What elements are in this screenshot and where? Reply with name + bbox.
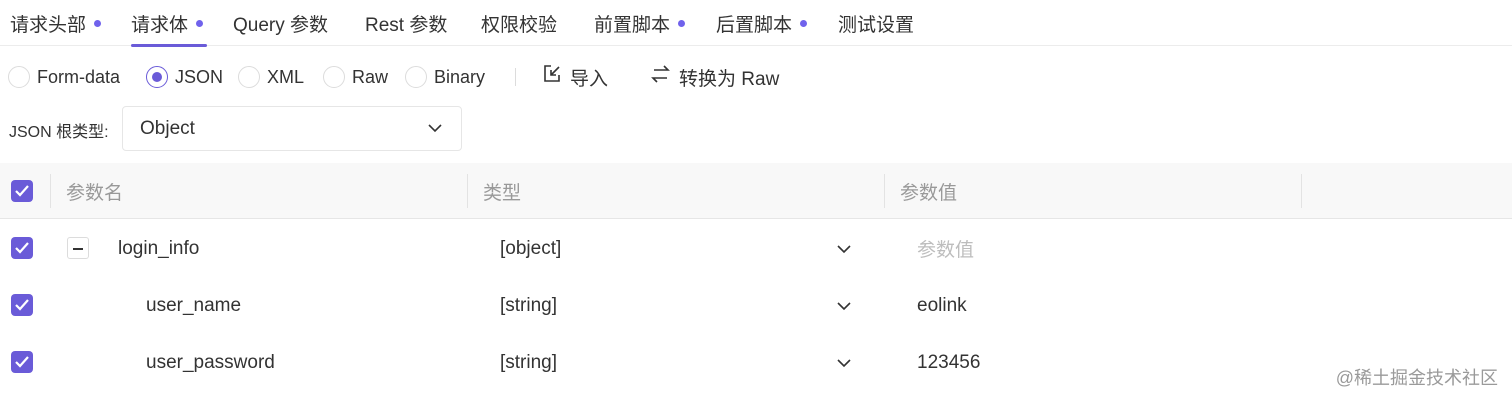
- chevron-down-icon[interactable]: [836, 355, 852, 376]
- convert-label: 转换为 Raw: [679, 68, 780, 90]
- radio-form-data[interactable]: Form-data: [8, 58, 120, 96]
- chevron-down-icon: [427, 120, 443, 142]
- tab-label: 后置脚本: [716, 14, 793, 36]
- row-checkbox[interactable]: [11, 294, 33, 316]
- chevron-down-icon[interactable]: [836, 298, 852, 319]
- swap-icon: [650, 64, 679, 90]
- radio-binary[interactable]: Binary: [405, 58, 485, 96]
- table-row: user_password [string] 123456: [0, 334, 1512, 391]
- collapse-toggle-button[interactable]: [67, 237, 89, 259]
- tab-indicator-dot: [678, 19, 686, 27]
- row-checkbox[interactable]: [11, 351, 33, 373]
- toolbar-divider: [515, 68, 516, 86]
- tab-label: 权限校验: [481, 14, 558, 36]
- row-checkbox[interactable]: [11, 237, 33, 259]
- param-value-input[interactable]: 参数值: [917, 220, 974, 277]
- params-table-header: 参数名 类型 参数值: [0, 163, 1512, 219]
- radio-circle: [8, 66, 30, 88]
- tab-label: 请求头部: [10, 14, 87, 36]
- tab-label: Rest 参数: [365, 14, 448, 36]
- tab-auth[interactable]: 权限校验: [481, 0, 557, 46]
- param-value-input[interactable]: eolink: [917, 277, 967, 334]
- table-row: user_name [string] eolink: [0, 277, 1512, 334]
- radio-label: JSON: [175, 66, 224, 87]
- param-type[interactable]: [object]: [500, 220, 561, 277]
- tab-indicator-dot: [196, 19, 204, 27]
- radio-circle: [238, 66, 260, 88]
- param-type[interactable]: [string]: [500, 334, 557, 391]
- column-separator: [884, 174, 885, 208]
- param-name[interactable]: user_name: [146, 277, 241, 334]
- radio-json[interactable]: JSON: [146, 58, 223, 96]
- tab-request-body[interactable]: 请求体: [131, 0, 208, 47]
- radio-xml[interactable]: XML: [238, 58, 304, 96]
- table-row: login_info [object] 参数值: [0, 220, 1512, 277]
- radio-label: XML: [267, 66, 305, 87]
- tab-label: 请求体: [131, 14, 189, 36]
- tab-rest-params[interactable]: Rest 参数: [365, 0, 447, 46]
- import-icon: [542, 64, 570, 90]
- tab-label: Query 参数: [233, 14, 329, 36]
- param-value-input[interactable]: 123456: [917, 334, 980, 391]
- header-type: 类型: [483, 182, 522, 204]
- radio-circle: [146, 66, 168, 88]
- header-param-value: 参数值: [900, 182, 958, 204]
- tab-pre-script[interactable]: 前置脚本: [594, 0, 686, 46]
- import-button[interactable]: 导入: [542, 58, 608, 96]
- radio-label: Binary: [434, 66, 486, 87]
- active-tab-underline: [131, 44, 208, 47]
- radio-circle: [323, 66, 345, 88]
- radio-raw[interactable]: Raw: [323, 58, 388, 96]
- radio-circle: [405, 66, 427, 88]
- json-root-type-select[interactable]: Object: [122, 106, 462, 151]
- chevron-down-icon[interactable]: [836, 241, 852, 262]
- tab-request-headers[interactable]: 请求头部: [10, 0, 102, 46]
- json-root-type-label: JSON 根类型:: [9, 124, 109, 141]
- tab-post-script[interactable]: 后置脚本: [716, 0, 808, 46]
- tab-test-settings[interactable]: 测试设置: [838, 0, 914, 46]
- radio-label: Raw: [352, 66, 389, 87]
- tab-label: 前置脚本: [594, 14, 671, 36]
- param-name[interactable]: user_password: [146, 334, 275, 391]
- column-separator: [467, 174, 468, 208]
- convert-to-raw-button[interactable]: 转换为 Raw: [650, 58, 779, 96]
- select-value: Object: [140, 117, 195, 139]
- tab-label: 测试设置: [838, 14, 915, 36]
- param-type[interactable]: [string]: [500, 277, 557, 334]
- tab-indicator-dot: [94, 19, 102, 27]
- radio-label: Form-data: [37, 66, 121, 87]
- request-tabs: 请求头部 请求体 Query 参数 Rest 参数 权限校验 前置脚本 后置脚本…: [0, 0, 1512, 47]
- column-separator: [50, 174, 51, 208]
- tab-indicator-dot: [800, 19, 808, 27]
- select-all-checkbox[interactable]: [11, 180, 33, 202]
- tab-query-params[interactable]: Query 参数: [233, 0, 328, 46]
- param-name[interactable]: login_info: [118, 220, 199, 277]
- header-param-name: 参数名: [66, 182, 124, 204]
- watermark: @稀土掘金技术社区: [1335, 368, 1498, 388]
- import-label: 导入: [570, 68, 609, 90]
- column-separator: [1301, 174, 1302, 208]
